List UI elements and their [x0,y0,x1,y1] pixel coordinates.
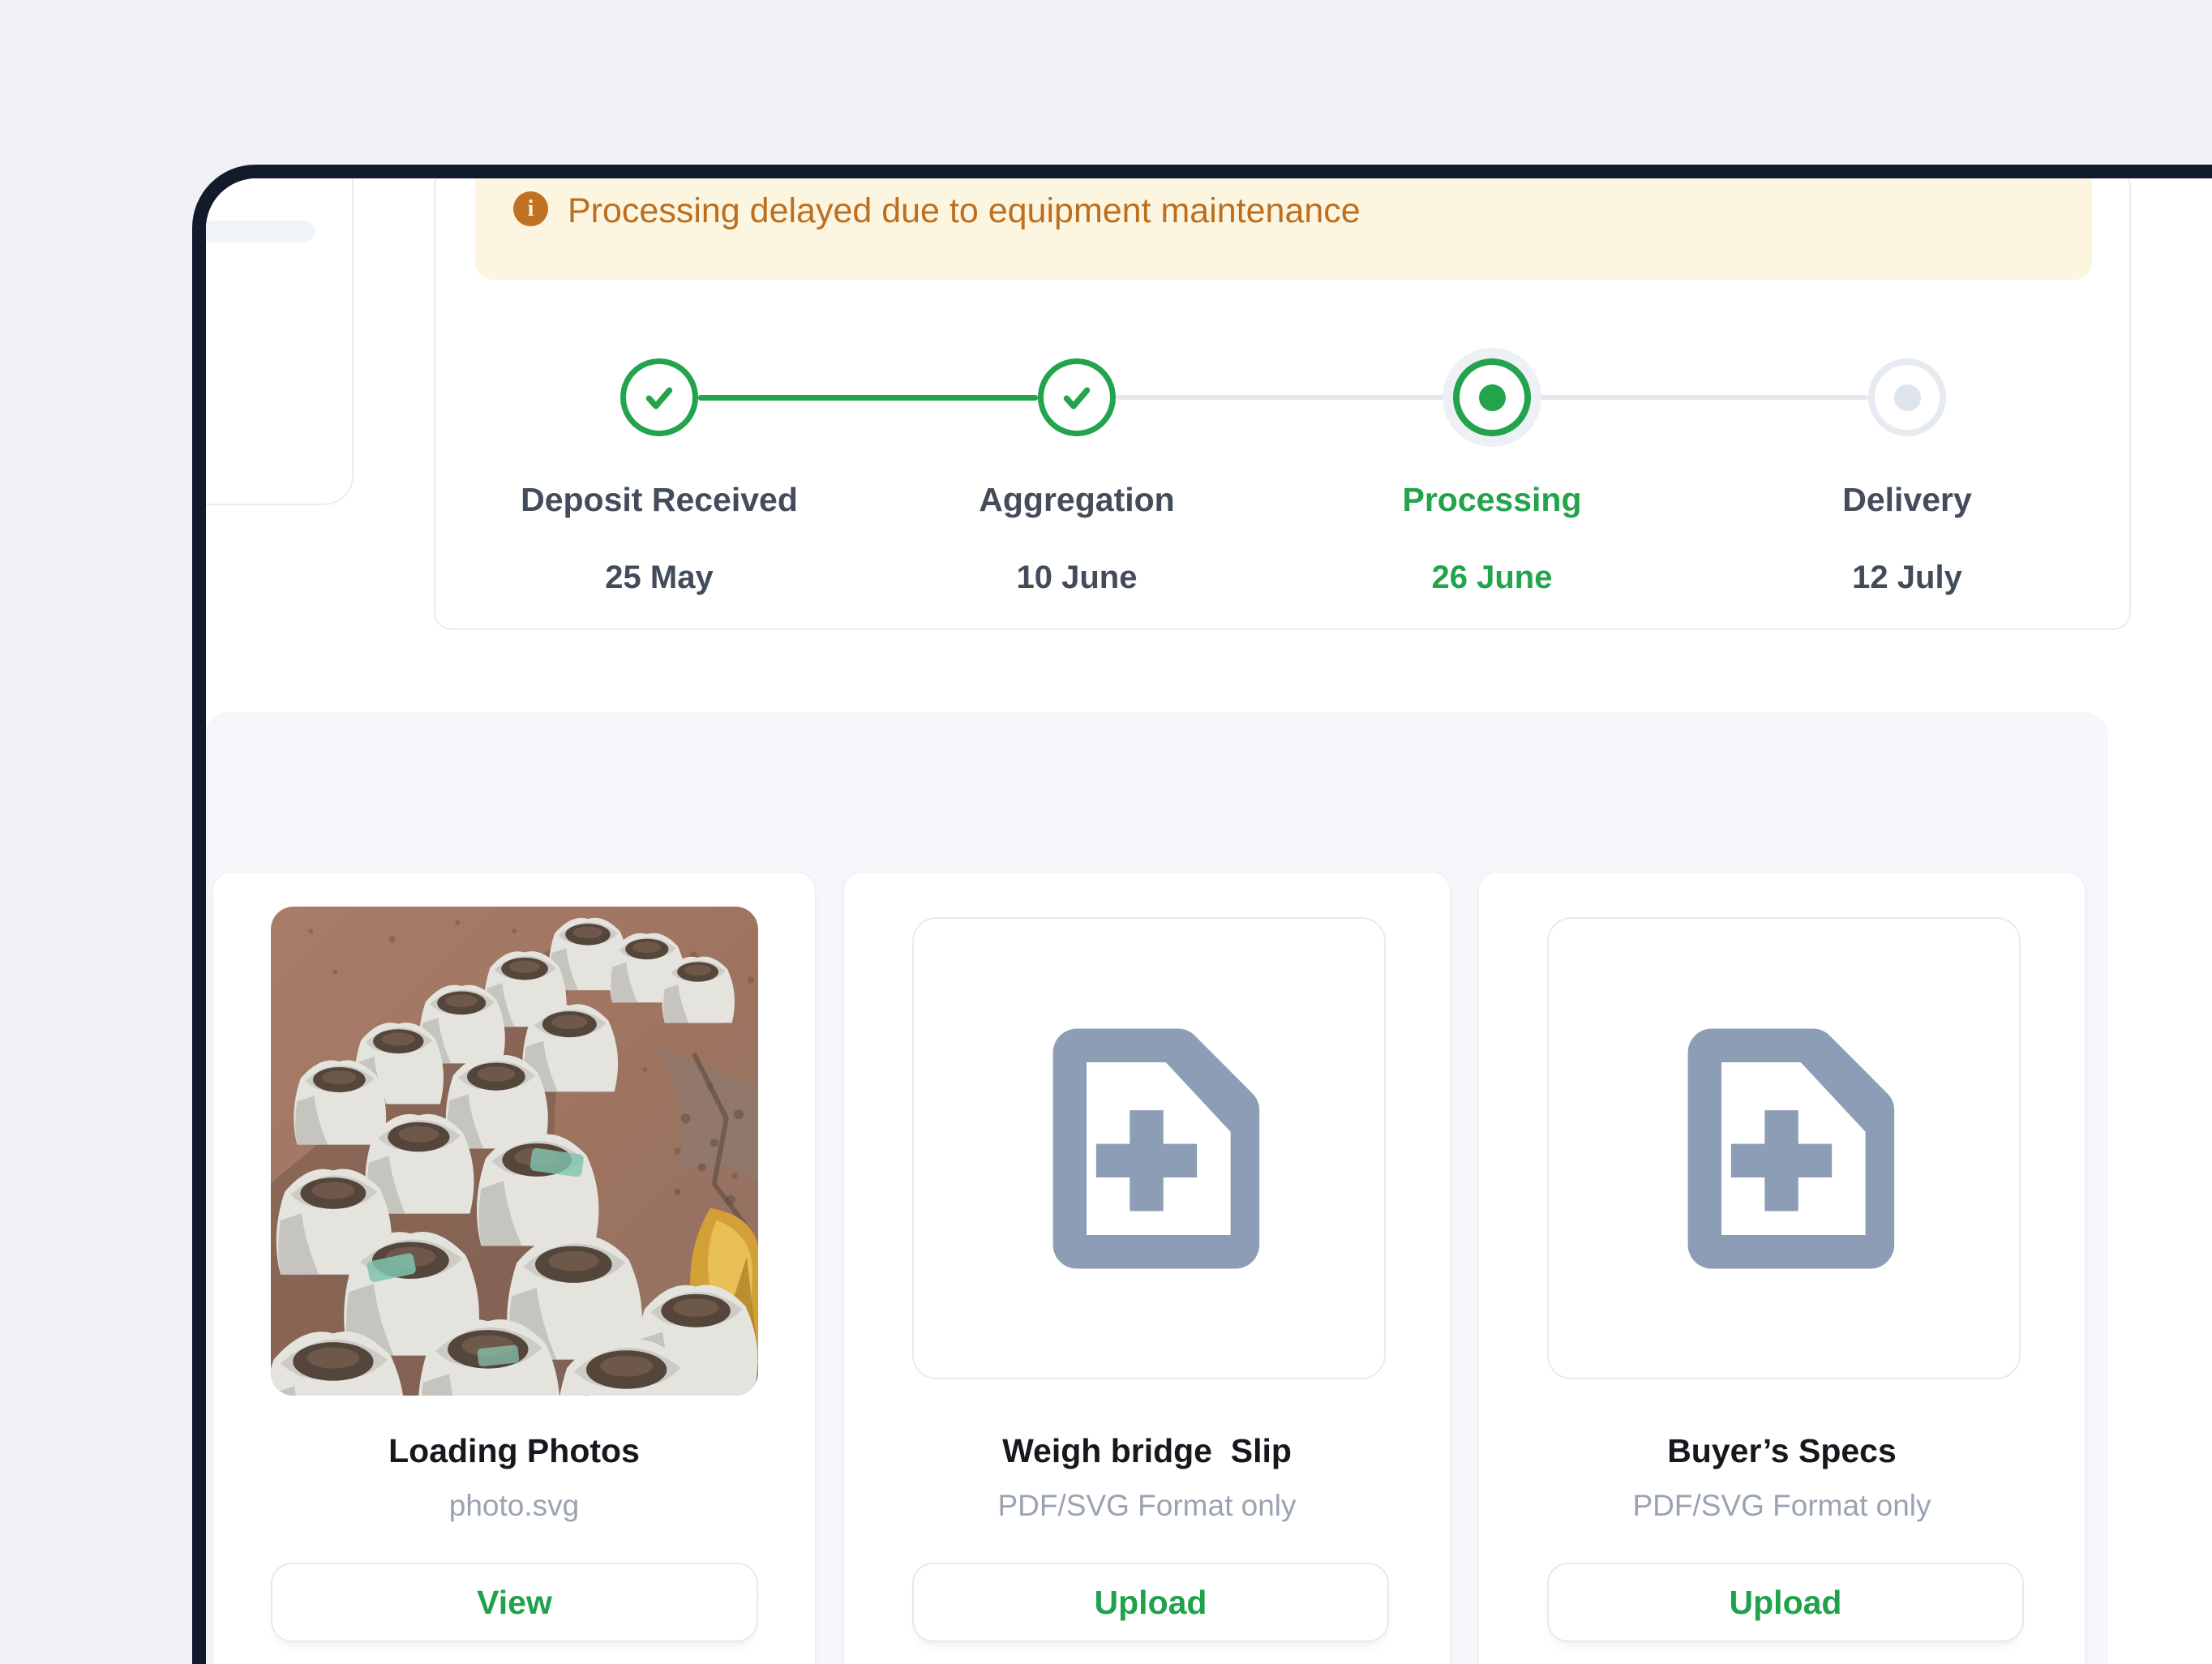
check-circle-icon [620,358,698,436]
alert-message: Processing delayed due to equipment main… [568,191,1361,230]
upload-button[interactable]: Upload [912,1563,1389,1642]
card-subtitle: PDF/SVG Format only [1479,1489,2085,1523]
upload-button[interactable]: Upload [1547,1563,2024,1642]
device-frame: i Processing delayed due to equipment ma… [192,165,2212,1664]
alert-banner: i Processing delayed due to equipment ma… [475,178,2092,280]
card-title: Buyer’s Specs [1479,1431,2085,1470]
step-label: Delivery [1729,480,2086,519]
card-title: Loading Photos [213,1431,815,1470]
upload-dropzone[interactable] [912,917,1386,1379]
sidebar-panel [206,178,354,505]
file-plus-icon [1029,1021,1269,1276]
bags-photo-illustration [271,907,758,1396]
step-date: 12 July [1729,559,2086,596]
current-step-dot [1479,384,1506,411]
timeline-connector [1116,395,1447,400]
step-label: Processing [1314,480,1670,519]
timeline-connector [1537,395,1868,400]
step-date: 10 June [898,559,1255,596]
step-label: Aggregation [898,480,1255,519]
step-date: 26 June [1314,559,1670,596]
app-screen: i Processing delayed due to equipment ma… [206,178,2212,1664]
step-date: 25 May [481,559,838,596]
card-subtitle: photo.svg [213,1489,815,1523]
sidebar-skeleton-pill [206,221,315,242]
page-background: { "alert": { "message": "Processing dela… [0,0,2212,1661]
document-card-weighbridge-slip: Weigh bridge Slip PDF/SVG Format only Up… [843,872,1451,1664]
file-plus-icon [1664,1021,1904,1276]
card-subtitle: PDF/SVG Format only [844,1489,1450,1523]
card-title: Weigh bridge Slip [844,1431,1450,1470]
document-card-loading-photos: Loading Photos photo.svg View [212,872,816,1664]
loading-photos-thumbnail [271,907,758,1396]
upcoming-step-dot [1894,384,1921,411]
timeline-connector-completed [698,395,1038,401]
current-step-icon [1453,358,1531,436]
document-card-buyers-specs: Buyer’s Specs PDF/SVG Format only Upload [1478,872,2086,1664]
upcoming-step-icon [1868,358,1946,436]
view-button[interactable]: View [271,1563,758,1642]
upload-dropzone[interactable] [1547,917,2021,1379]
info-icon: i [513,191,548,226]
step-label: Deposit Received [481,480,838,519]
check-circle-icon [1038,358,1116,436]
